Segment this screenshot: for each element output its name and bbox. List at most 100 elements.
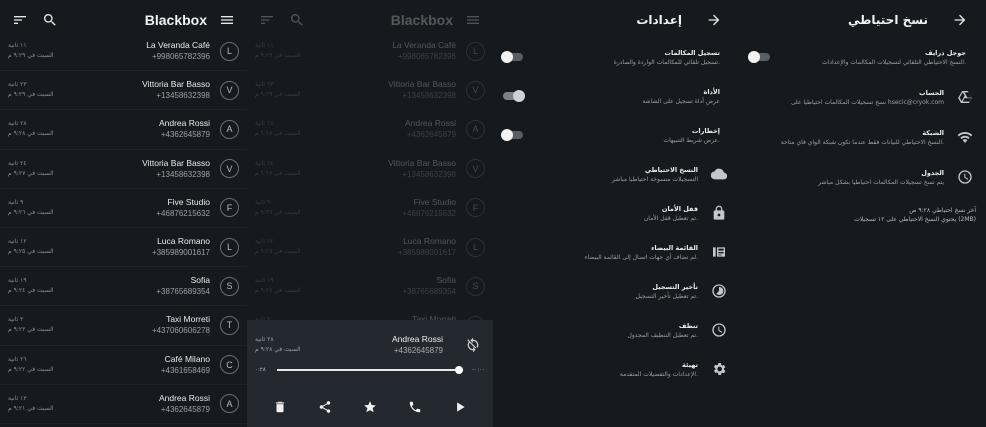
contact-name: Vittoria Bar Basso: [388, 157, 456, 168]
seek-track[interactable]: [277, 366, 463, 374]
contact-avatar[interactable]: V: [220, 80, 239, 100]
setting-description: عرض شريط التنبيهات.: [663, 136, 720, 144]
clock-icon: [708, 322, 730, 338]
call-row[interactable]: ١١ ثانية السبت في ٩:٢٩ م La Veranda Café +9…: [0, 32, 247, 72]
call-row[interactable]: ١٢ ثانية السبت في ٩:٢٥ م Luca Romano +38598…: [0, 228, 247, 268]
settings-row[interactable]: تهيئة الإعدادات والتفضيلات المتقدمة.: [493, 350, 740, 388]
setting-toggle[interactable]: [503, 90, 525, 102]
call-row[interactable]: ٩ ثانية السبت في ٩:٢٦ م Five Studio +468762…: [0, 189, 247, 228]
setting-description: تسجيل تلقائي للمكالمات الواردة والصادرة.: [613, 58, 720, 66]
settings-row[interactable]: قفل الأمان تم تعطيل قفل الأمان.: [493, 194, 740, 232]
call-contact: Five Studio +46876215632: [335, 196, 466, 220]
sort-icon[interactable]: [8, 8, 32, 32]
contact-avatar[interactable]: C: [220, 355, 239, 375]
call-duration: ١٣ ثانية: [8, 394, 27, 402]
call-meta: ١٢ ثانية السبت في ٩:٢٥ م: [8, 237, 88, 257]
call-list-screen: Blackbox ١١ ثانية السبت في ٩:٢٩ م La Veran…: [0, 0, 247, 427]
menu-icon: [461, 8, 485, 32]
call-row[interactable]: ١٣ ثانية السبت في ٩:٢١ م Andrea Rossi +4362…: [0, 385, 247, 424]
settings-row[interactable]: النسخ الاحتياطي التسجيلات منسوخة احتياطيا…: [493, 155, 740, 193]
contact-number: +46876215632: [156, 208, 210, 218]
settings-row[interactable]: الأداة عرض أداة تسجيل على الشاشة: [493, 77, 740, 115]
sync-off-icon[interactable]: [461, 333, 485, 357]
call-row: ١٢ ثانية السبت في ٩:٢٥ م Luca Romano +38598…: [247, 228, 493, 268]
settings-row[interactable]: القائمة البيضاء لم تضاف أي جهات اتصال إلى…: [493, 233, 740, 271]
setting-description: النسخ الاحتياطي التلقائي لتسجيلات المكال…: [822, 58, 966, 66]
delete-icon[interactable]: [268, 395, 292, 419]
call-row[interactable]: ٣ ثانية السبت في ٩:٢٣ م Taxi Morreti +43706…: [0, 306, 247, 346]
call-date: السبت في ٩:٢٧ م: [255, 169, 301, 177]
contact-avatar[interactable]: L: [220, 41, 239, 61]
contact-avatar[interactable]: S: [220, 276, 239, 296]
contact-name: Vittoria Bar Basso: [388, 79, 456, 90]
call-date: السبت في ٩:٢٥ م: [255, 248, 301, 256]
contact-avatar[interactable]: F: [220, 198, 239, 218]
share-icon[interactable]: [313, 395, 337, 419]
contact-avatar[interactable]: T: [220, 315, 239, 335]
settings-row[interactable]: إخطارات عرض شريط التنبيهات.: [493, 116, 740, 154]
backup-status-note: آخر نسخ احتياطي ٩:٢٨ ص يحتوي النسخ الاحت…: [854, 206, 976, 224]
setting-text: إخطارات عرض شريط التنبيهات.: [529, 126, 730, 145]
seek-bar[interactable]: ٠:٢٨ -٠:٠٠: [255, 364, 485, 376]
setting-heading: الأداة: [703, 87, 720, 96]
search-icon: [285, 8, 309, 32]
contact-avatar[interactable]: A: [220, 119, 239, 139]
call-row[interactable]: ٢٨ ثانية السبت في ٩:٢٨ م Andrea Rossi +4362…: [0, 110, 247, 150]
backup-title: نسخ احتياطي: [847, 13, 928, 27]
player-duration: ٢٨ ثانية: [255, 336, 274, 343]
star-icon[interactable]: [358, 395, 382, 419]
call-meta: ١٣ ثانية السبت في ٩:٢١ م: [8, 394, 88, 414]
call-date: السبت في ٩:٢٩ م: [255, 52, 301, 60]
call-duration: ٢٣ ثانية: [255, 81, 274, 89]
call-row[interactable]: ١٩ ثانية السبت في ٩:٢٤ م Sofia +38765689354…: [0, 267, 247, 307]
settings-row[interactable]: الجدول يتم نسخ تسجيلات المكالمات احتياطيا…: [740, 158, 986, 196]
call-contact: La Veranda Café +998065782396: [335, 39, 466, 63]
setting-heading: الحساب: [919, 88, 944, 97]
setting-heading: تأخير التسجيل: [652, 282, 698, 291]
call-meta: ٩ ثانية السبت في ٩:٢٦ م: [255, 198, 335, 218]
call-row[interactable]: ٢٣ ثانية السبت في ٩:٢٩ م Vittoria Bar Bass…: [0, 71, 247, 111]
settings-row[interactable]: تأخير التسجيل تم تعطيل تأخير التسجيل.: [493, 272, 740, 310]
back-arrow-icon[interactable]: [702, 8, 726, 32]
call-date: السبت في ٩:٢٨ م: [255, 130, 301, 138]
setting-text: النسخ الاحتياطي التسجيلات منسوخة احتياطيا…: [503, 165, 708, 184]
setting-text: الحساب نسخ تسجيلات المكالمات احتياطيا على…: [750, 88, 954, 107]
menu-icon[interactable]: [215, 8, 239, 32]
settings-row[interactable]: تنظف تم تعطيل التنظيف المجدول.: [493, 311, 740, 349]
toggle-knob: [513, 90, 525, 102]
phone-icon[interactable]: [403, 395, 427, 419]
search-icon[interactable]: [38, 8, 62, 32]
setting-toggle[interactable]: [748, 51, 770, 63]
back-arrow-icon[interactable]: [948, 8, 972, 32]
contact-avatar[interactable]: A: [220, 394, 239, 414]
call-meta: ١٩ ثانية السبت في ٩:٢٤ م: [8, 276, 88, 296]
call-date: السبت في ٩:٢٦ م: [8, 208, 54, 216]
call-contact: Café Milano+4361658469: [88, 353, 220, 377]
contact-name: Five Studio: [413, 196, 456, 207]
call-contact: Luca Romano +385989001617: [88, 235, 220, 259]
contact-avatar[interactable]: V: [220, 159, 239, 179]
call-duration: ١١ ثانية: [255, 42, 274, 50]
call-row[interactable]: ٢٤ ثانية السبت في ٩:٢٧ م Vittoria Bar Bass…: [0, 150, 247, 189]
contact-name: Andrea Rossi: [404, 118, 456, 129]
call-duration: ١١ ثانية: [8, 42, 27, 50]
settings-row[interactable]: جوجل درايف النسخ الاحتياطي التلقائي لتسجي…: [740, 38, 986, 76]
settings-row[interactable]: الشبكة النسخ الاحتياطي للبيانات فقط عندما…: [740, 118, 986, 156]
contact-number: +4362645879: [160, 404, 210, 414]
setting-toggle[interactable]: [501, 129, 523, 141]
setting-toggle[interactable]: [501, 51, 523, 63]
call-date: السبت في ٩:٢٢ م: [8, 365, 54, 373]
setting-heading: النسخ الاحتياطي: [644, 165, 698, 174]
setting-text: الشبكة النسخ الاحتياطي للبيانات فقط عندما…: [750, 128, 954, 147]
contact-avatar[interactable]: L: [220, 237, 239, 257]
setting-description: التسجيلات منسوخة احتياطيا مباشر: [611, 175, 698, 183]
call-contact: La Veranda Café +998065782396: [88, 39, 220, 63]
settings-row[interactable]: الحساب نسخ تسجيلات المكالمات احتياطيا على…: [740, 78, 986, 116]
setting-heading: القائمة البيضاء: [651, 243, 698, 252]
settings-row[interactable]: تسجيل المكالمات تسجيل تلقائي للمكالمات ال…: [493, 38, 740, 76]
play-icon[interactable]: [448, 395, 472, 419]
call-row[interactable]: ٢٦ ثانية السبت في ٩:٢٢ م Café Milano +43616…: [0, 346, 247, 385]
call-row: ٢٨ ثانية السبت في ٩:٢٨ م Andrea Rossi +4362…: [247, 110, 493, 150]
seek-knob[interactable]: [455, 366, 463, 374]
contact-number: +13458632398: [156, 169, 210, 179]
